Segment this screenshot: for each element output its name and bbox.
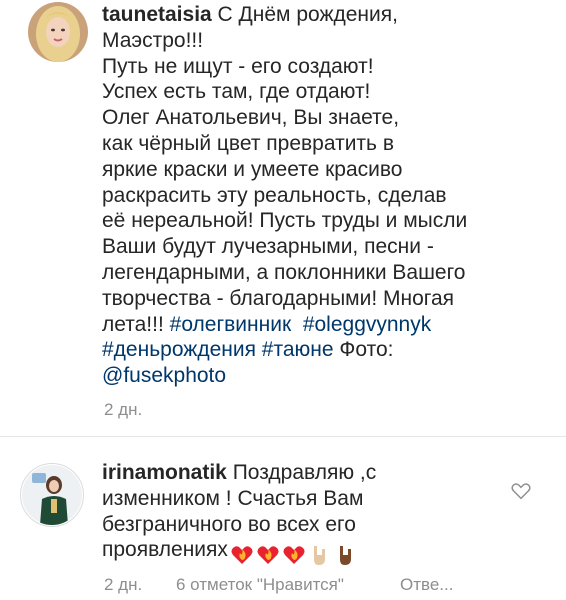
rock-hand-emoji — [334, 543, 358, 567]
emoji-group — [228, 541, 358, 567]
avatar-irinamonatik[interactable] — [22, 465, 82, 525]
photo-label: Фото: — [333, 338, 394, 362]
rock-hand-emoji — [308, 543, 332, 567]
hashtag-link[interactable]: #таюне — [262, 338, 334, 361]
comment-body: taunetaisia С Днём рождения, Маэстро!!! … — [102, 2, 552, 389]
avatar-taunetaisia[interactable] — [28, 2, 88, 62]
hashtag-link[interactable]: #деньрождения — [102, 338, 256, 361]
reply-button[interactable]: Отве... — [400, 575, 453, 595]
avatar-image — [22, 465, 82, 525]
avatar-image — [28, 2, 88, 62]
comment-body: irinamonatik Поздравляю ,с изменником ! … — [102, 460, 502, 567]
heart-fire-emoji — [282, 543, 306, 567]
username-irinamonatik[interactable]: irinamonatik — [102, 461, 227, 484]
username-taunetaisia[interactable]: taunetaisia — [102, 3, 212, 26]
mention-link[interactable]: @fusekphoto — [102, 364, 226, 387]
hashtag-link[interactable]: #олегвинник — [170, 313, 292, 336]
hashtag-link[interactable]: #oleggvynnyk — [303, 313, 431, 336]
comment-text: С Днём рождения, Маэстро!!! Путь не ищут… — [102, 3, 468, 336]
comment-time: 2 дн. — [104, 575, 143, 594]
comment-taunetaisia: taunetaisia С Днём рождения, Маэстро!!! … — [0, 0, 566, 436]
likes-count-button[interactable]: 6 отметок "Нравится" — [176, 575, 344, 595]
heart-fire-emoji — [256, 543, 280, 567]
comment-time: 2 дн. — [104, 400, 143, 419]
heart-outline-icon[interactable] — [510, 480, 532, 502]
heart-fire-emoji — [230, 543, 254, 567]
comment-irinamonatik: irinamonatik Поздравляю ,с изменником ! … — [0, 437, 566, 600]
